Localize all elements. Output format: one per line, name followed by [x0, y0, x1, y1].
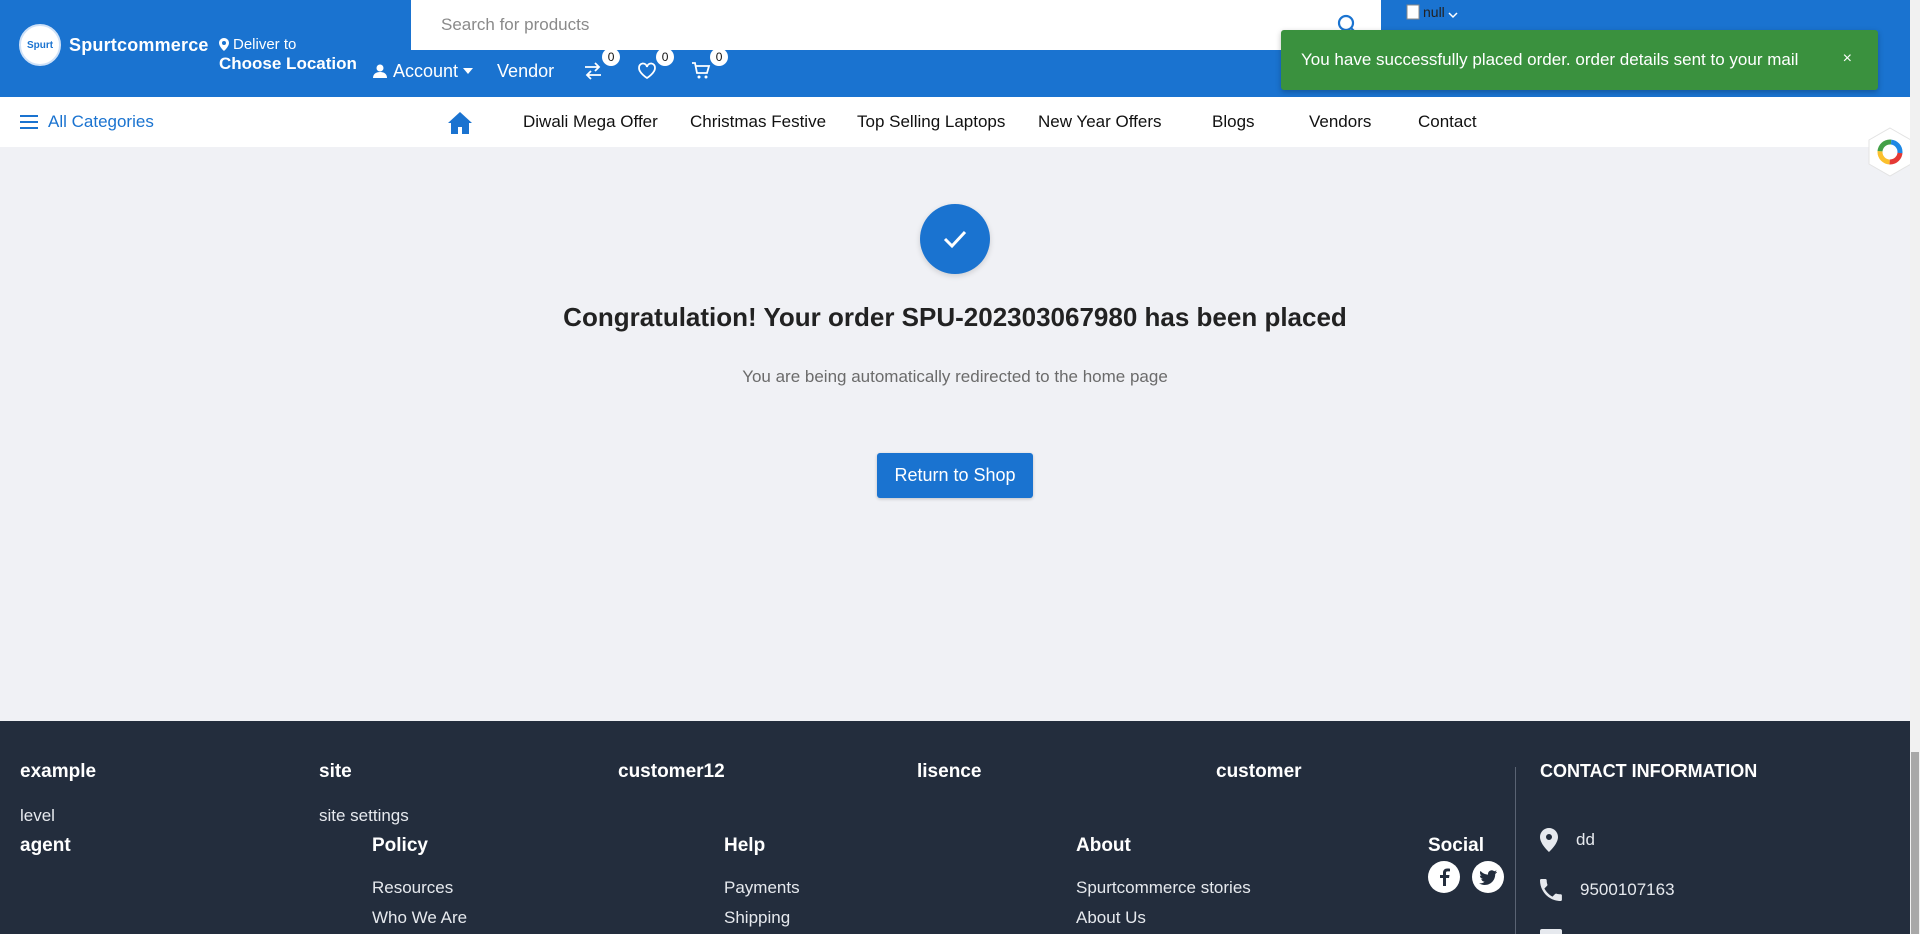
logo-badge-icon: Spurt [19, 24, 61, 66]
logo[interactable]: Spurt Spurtcommerce [19, 24, 209, 66]
menu-icon [20, 115, 38, 129]
facebook-glyph-icon [1440, 868, 1450, 886]
order-confirmation-heading: Congratulation! Your order SPU-202303067… [563, 302, 1347, 332]
footer-divider [1515, 767, 1516, 934]
scrollbar-thumb[interactable] [1911, 752, 1919, 934]
twitter-glyph-icon [1479, 869, 1497, 885]
nav-link-blogs[interactable]: Blogs [1212, 112, 1255, 132]
nav-link-laptops[interactable]: Top Selling Laptops [857, 112, 1005, 132]
success-toast: You have successfully placed order. orde… [1281, 30, 1878, 90]
search-input[interactable] [411, 0, 1381, 50]
email-icon [1540, 929, 1562, 934]
footer-link-about-us[interactable]: About Us [1076, 908, 1146, 928]
home-link[interactable] [447, 111, 473, 140]
social-links [1428, 861, 1504, 893]
heart-icon [638, 62, 657, 80]
footer-heading-customer12[interactable]: customer12 [618, 761, 725, 783]
footer-link-stories[interactable]: Spurtcommerce stories [1076, 878, 1251, 898]
location-pin-icon [219, 38, 229, 51]
nav-link-contact[interactable]: Contact [1418, 112, 1477, 132]
caret-down-icon [463, 68, 474, 74]
footer-heading-help: Help [724, 835, 766, 856]
success-check-badge [920, 204, 990, 274]
wishlist-count: 0 [656, 48, 675, 66]
footer-link-who-we-are[interactable]: Who We Are [372, 908, 467, 928]
footer-heading-lisence[interactable]: lisence [917, 761, 981, 783]
chevron-down-icon [1448, 12, 1458, 19]
footer-heading-social: Social [1428, 835, 1484, 856]
twitter-icon[interactable] [1472, 861, 1504, 893]
footer-heading-example[interactable]: example [20, 761, 96, 783]
wishlist-button[interactable]: 0 [634, 48, 675, 84]
cart-count: 0 [710, 48, 729, 66]
color-wheel-icon [1868, 127, 1912, 177]
facebook-icon[interactable] [1428, 861, 1460, 893]
compare-button[interactable]: 0 [580, 48, 621, 84]
compare-count: 0 [602, 48, 621, 66]
home-icon [448, 112, 472, 134]
footer: example site customer12 lisence customer… [0, 721, 1910, 934]
color-theme-widget[interactable] [1868, 127, 1912, 177]
footer-heading-customer[interactable]: customer [1216, 761, 1302, 783]
toast-close-button[interactable]: × [1843, 50, 1852, 68]
compare-arrows-icon [585, 62, 602, 80]
toast-message: You have successfully placed order. orde… [1301, 50, 1799, 69]
nav-link-christmas[interactable]: Christmas Festive [690, 112, 826, 132]
contact-address-text: dd [1576, 830, 1595, 849]
search-bar [411, 0, 1381, 50]
footer-link-payments[interactable]: Payments [724, 878, 800, 898]
all-categories-label: All Categories [48, 112, 154, 131]
nav-link-new-year[interactable]: New Year Offers [1038, 112, 1161, 132]
cart-button[interactable]: 0 [688, 48, 729, 84]
broken-image-icon [1406, 4, 1420, 20]
deliver-to[interactable]: Deliver to Choose Location [219, 36, 357, 74]
contact-address: dd [1540, 828, 1595, 852]
footer-link-site-settings[interactable]: site settings [319, 806, 409, 826]
header-nav: Account Vendor 0 0 0 [372, 48, 742, 84]
account-menu[interactable]: Account [372, 60, 474, 82]
category-nav: All Categories Diwali Mega Offer Christm… [0, 97, 1910, 147]
user-icon [373, 64, 387, 78]
contact-phone: 9500107163 [1540, 879, 1675, 901]
footer-link-level[interactable]: level [20, 806, 55, 826]
account-label: Account [393, 60, 459, 81]
nav-link-diwali[interactable]: Diwali Mega Offer [523, 112, 658, 132]
vendor-link[interactable]: Vendor [497, 61, 554, 82]
phone-icon [1540, 879, 1562, 901]
checkmark-icon [943, 230, 967, 249]
footer-heading-policy: Policy [372, 835, 428, 856]
footer-link-shipping[interactable]: Shipping [724, 908, 790, 928]
cart-icon [692, 62, 711, 79]
footer-heading-about: About [1076, 835, 1131, 856]
choose-location[interactable]: Choose Location [219, 54, 357, 74]
contact-phone-text: 9500107163 [1580, 880, 1675, 899]
logo-text: Spurtcommerce [69, 34, 209, 55]
footer-heading-agent[interactable]: agent [20, 835, 71, 857]
footer-link-resources[interactable]: Resources [372, 878, 453, 898]
deliver-label: Deliver to [233, 36, 297, 53]
redirect-message: You are being automatically redirected t… [742, 367, 1168, 386]
avatar[interactable]: null [1406, 4, 1458, 20]
return-to-shop-button[interactable]: Return to Shop [877, 453, 1033, 498]
location-pin-icon [1540, 828, 1558, 852]
footer-heading-site[interactable]: site [319, 761, 352, 783]
contact-heading: CONTACT INFORMATION [1540, 761, 1758, 781]
nav-link-vendors[interactable]: Vendors [1309, 112, 1371, 132]
avatar-alt-text: null [1423, 4, 1445, 20]
all-categories-button[interactable]: All Categories [20, 112, 154, 132]
